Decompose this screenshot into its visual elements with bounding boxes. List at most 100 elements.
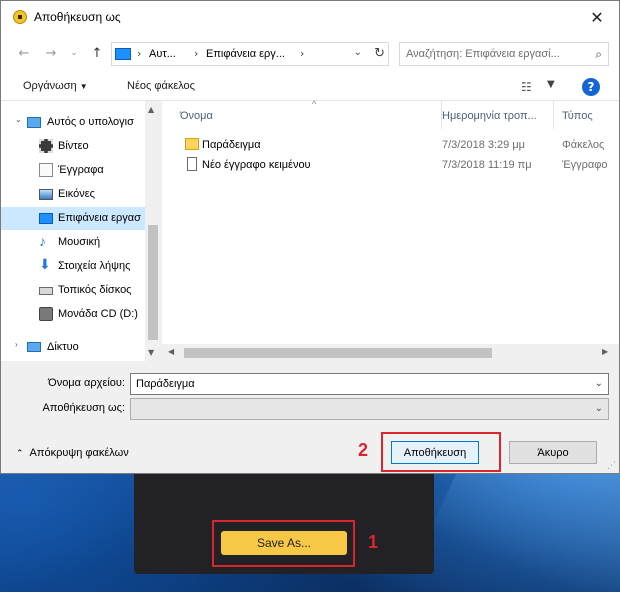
filename-label: Όνομα αρχείου: (48, 377, 125, 389)
chevron-down-icon: ▼ (79, 82, 88, 91)
file-list: Όνομα ^ Ημερομηνία τροπ... Τύπος Παράδει… (162, 99, 619, 361)
sort-ascending-icon: ^ (312, 99, 317, 109)
crumb-separator: › (194, 47, 199, 60)
wallpaper-light-beam-left (0, 470, 140, 592)
nav-label: Εικόνες (58, 188, 95, 200)
pictures-icon (39, 189, 53, 200)
nav-item-cd-drive[interactable]: Μονάδα CD (D:) (1, 303, 145, 326)
annotation-step-1: 1 (368, 532, 379, 552)
chevron-down-icon[interactable]: ⌄ (595, 403, 603, 414)
file-type: Φάκελος (562, 139, 605, 151)
filename-value: Παράδειγμα (136, 378, 195, 390)
recent-locations-chevron-icon[interactable]: ⌄ (65, 44, 83, 62)
nav-item-documents[interactable]: Έγγραφα (1, 159, 145, 182)
nav-scrollbar[interactable]: ▲ ▼ (145, 101, 161, 361)
nav-item-this-pc[interactable]: ⌄ Αυτός ο υπολογισ (1, 111, 145, 134)
new-folder-button[interactable]: Νέος φάκελος (127, 80, 195, 92)
annotation-step-2: 2 (358, 440, 369, 460)
file-date: 7/3/2018 3:29 μμ (442, 139, 526, 151)
chevron-up-icon: ⌃ (16, 448, 24, 458)
scroll-left-icon[interactable]: ◀ (168, 347, 174, 356)
command-bar: Οργάνωση ▼ Νέος φάκελος ☷ ▼ ? (1, 73, 619, 101)
nav-label: Μονάδα CD (D:) (58, 308, 138, 320)
video-icon (39, 139, 53, 153)
column-header-date[interactable]: Ημερομηνία τροπ... (434, 101, 554, 129)
nav-item-pictures[interactable]: Εικόνες (1, 183, 145, 206)
view-options-icon[interactable]: ☷ (521, 80, 532, 94)
column-header-type[interactable]: Τύπος (554, 101, 619, 129)
file-name: Νέο έγγραφο κειμένου (202, 159, 311, 171)
computer-icon (115, 48, 131, 60)
save-type-label: Αποθήκευση ως: (42, 402, 125, 414)
hide-folders-label: Απόκρυψη φακέλων (29, 447, 129, 459)
save-as-dialog: Αποθήκευση ως ✕ ← → ⌄ ↑ › Αυτ... › Επιφά… (0, 0, 620, 474)
nav-item-local-disk[interactable]: Τοπικός δίσκος (1, 279, 145, 302)
forward-arrow-icon[interactable]: → (42, 44, 60, 62)
folder-icon (185, 138, 199, 150)
file-date: 7/3/2018 11:19 πμ (442, 159, 532, 171)
column-label: Ημερομηνία τροπ... (442, 110, 537, 122)
computer-icon (27, 117, 41, 128)
filename-field[interactable]: Παράδειγμα ⌄ (130, 373, 609, 395)
refresh-icon[interactable]: ↻ (374, 46, 385, 61)
view-dropdown-icon[interactable]: ▼ (547, 79, 555, 90)
nav-label: Μουσική (58, 236, 101, 248)
downloads-icon: ⬇ (39, 256, 51, 272)
scroll-up-icon[interactable]: ▲ (148, 105, 154, 114)
save-button[interactable]: Αποθήκευση (391, 441, 479, 464)
breadcrumb-desktop[interactable]: Επιφάνεια εργ... (206, 48, 285, 60)
search-placeholder: Αναζήτηση: Επιφάνεια εργασί... (406, 48, 560, 60)
text-file-icon (187, 157, 197, 171)
navigation-pane: ⌄ Αυτός ο υπολογισ Βίντεο Έγγραφα Εικόνε… (1, 101, 161, 361)
collapse-chevron-icon[interactable]: ⌄ (15, 115, 22, 124)
scroll-right-icon[interactable]: ▶ (602, 347, 608, 356)
nav-item-music[interactable]: ♪ Μουσική (1, 231, 145, 254)
documents-icon (39, 163, 53, 177)
dialog-title: Αποθήκευση ως (34, 10, 121, 24)
navigation-row: ← → ⌄ ↑ › Αυτ... › Επιφάνεια εργ... › ⌄ … (1, 33, 619, 73)
cd-drive-icon (39, 307, 53, 321)
file-name: Παράδειγμα (202, 139, 261, 151)
nav-item-videos[interactable]: Βίντεο (1, 135, 145, 158)
column-header-name[interactable]: Όνομα ^ (172, 99, 442, 129)
scroll-down-icon[interactable]: ▼ (148, 348, 154, 357)
nav-item-downloads[interactable]: ⬇ Στοιχεία λήψης (1, 255, 145, 278)
nav-label: Τοπικός δίσκος (58, 284, 132, 296)
file-row[interactable]: Παράδειγμα 7/3/2018 3:29 μμ Φάκελος (182, 135, 619, 155)
address-dropdown-icon[interactable]: ⌄ (354, 47, 362, 58)
app-icon (13, 10, 27, 24)
nav-label: Δίκτυο (47, 341, 79, 353)
nav-item-desktop[interactable]: Επιφάνεια εργασ (1, 207, 145, 230)
nav-item-network[interactable]: › Δίκτυο (1, 336, 145, 359)
address-bar[interactable]: › Αυτ... › Επιφάνεια εργ... › ⌄ ↻ (111, 42, 389, 66)
close-button[interactable]: ✕ (575, 1, 619, 33)
horizontal-scroll-thumb[interactable] (184, 348, 492, 358)
organize-label: Οργάνωση (23, 80, 77, 92)
chevron-down-icon[interactable]: ⌄ (595, 378, 603, 389)
file-type: Έγγραφο (562, 159, 608, 171)
nav-label: Επιφάνεια εργασ (58, 212, 141, 224)
hide-folders-toggle[interactable]: ⌃ Απόκρυψη φακέλων (16, 447, 129, 459)
help-icon[interactable]: ? (582, 78, 600, 96)
cancel-button[interactable]: Άκυρο (509, 441, 597, 464)
up-arrow-icon[interactable]: ↑ (88, 44, 106, 62)
crumb-separator: › (137, 47, 142, 60)
expand-chevron-icon[interactable]: › (15, 340, 18, 349)
save-type-select[interactable]: ⌄ (130, 398, 609, 420)
organize-button[interactable]: Οργάνωση ▼ (23, 80, 88, 92)
network-icon (27, 342, 41, 352)
crumb-separator: › (300, 47, 305, 60)
search-icon: ⌕ (595, 47, 602, 61)
save-as-button[interactable]: Save As... (221, 531, 347, 555)
music-icon: ♪ (39, 233, 46, 249)
drive-icon (39, 287, 53, 295)
nav-scroll-thumb[interactable] (148, 225, 158, 340)
search-box[interactable]: Αναζήτηση: Επιφάνεια εργασί... ⌕ (399, 42, 609, 66)
resize-grip-icon[interactable]: ⋰ (607, 461, 616, 471)
horizontal-scrollbar[interactable]: ◀ ▶ (162, 344, 619, 361)
file-row[interactable]: Νέο έγγραφο κειμένου 7/3/2018 11:19 πμ Έ… (182, 155, 619, 175)
back-arrow-icon[interactable]: ← (15, 44, 33, 62)
nav-label: Αυτός ο υπολογισ (47, 116, 134, 128)
title-bar: Αποθήκευση ως ✕ (1, 1, 619, 33)
breadcrumb-computer[interactable]: Αυτ... (149, 48, 176, 60)
